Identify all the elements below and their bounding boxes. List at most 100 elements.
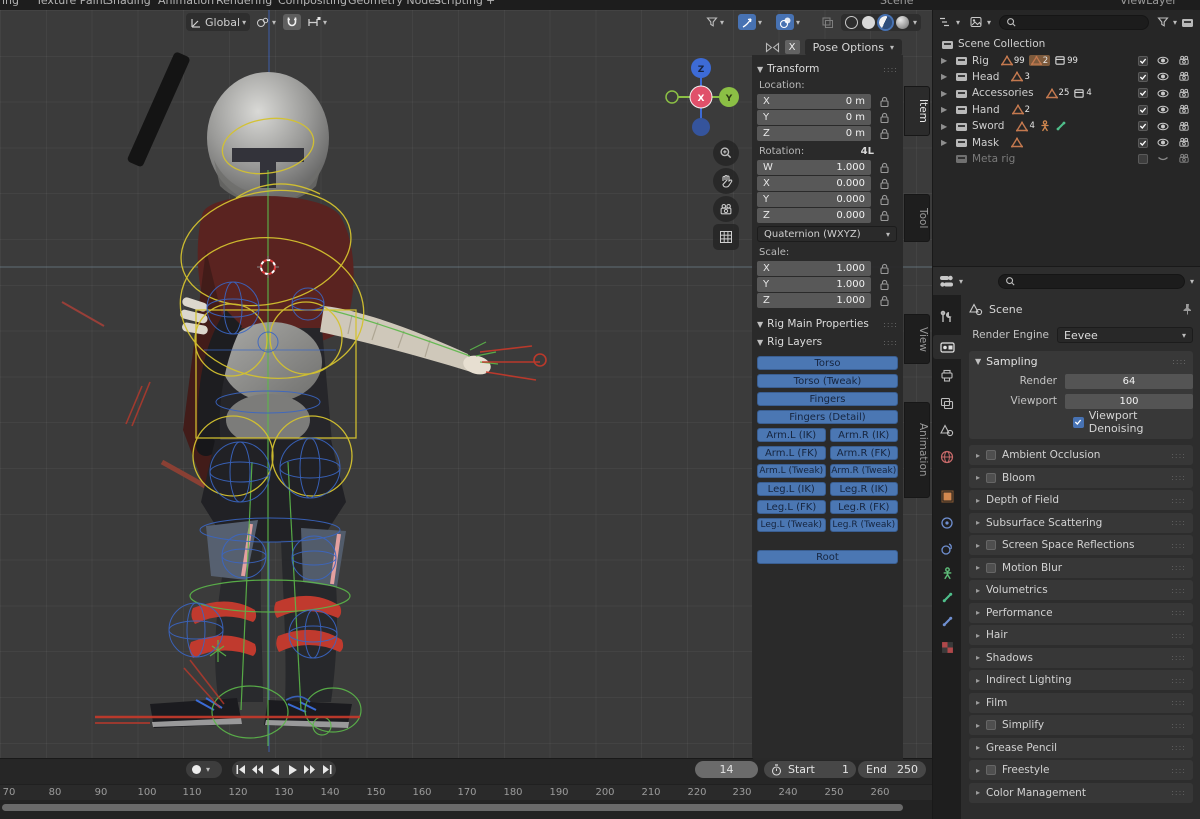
play-button[interactable]: [285, 764, 300, 775]
rig-layer-button-fingers[interactable]: Fingers: [757, 392, 898, 406]
rig-layer-button-arm-r-ik[interactable]: Arm.R (IK): [829, 428, 898, 442]
lock-icon[interactable]: [879, 128, 890, 140]
workspace-tab-geometry-nodes[interactable]: Geometry Nodes: [348, 0, 441, 7]
panel-performance[interactable]: ▸ Performance::::: [969, 602, 1193, 623]
outliner-row-head[interactable]: ▶ Head 3: [933, 69, 1200, 85]
expand-icon[interactable]: ▶: [941, 56, 951, 65]
location-x-field[interactable]: X0 m: [757, 94, 871, 109]
previous-keyframe-button[interactable]: [250, 765, 265, 774]
rig-layer-button-arm-r-fk[interactable]: Arm.R (FK): [829, 446, 898, 460]
jump-to-end-button[interactable]: [320, 765, 335, 774]
play-reverse-button[interactable]: [268, 764, 283, 775]
filter-icon[interactable]: [1157, 16, 1169, 28]
eye-icon[interactable]: [1157, 121, 1169, 132]
location-z-field[interactable]: Z0 m: [757, 126, 871, 141]
timeline-ruler[interactable]: 70 80 90 100 110 120 130 140 150 160 170…: [0, 784, 932, 800]
scale-y-field[interactable]: Y 1.000: [757, 277, 871, 292]
camera-render-icon[interactable]: [1178, 104, 1190, 115]
expand-icon[interactable]: ▶: [941, 105, 951, 114]
outliner-row-scene-collection[interactable]: Scene Collection: [933, 36, 1200, 52]
eye-icon[interactable]: [1157, 137, 1169, 148]
tab-scene-properties[interactable]: [933, 418, 961, 442]
eye-closed-icon[interactable]: [1157, 153, 1169, 164]
eye-icon[interactable]: [1157, 71, 1169, 82]
chevron-down-icon[interactable]: ▾: [956, 18, 960, 27]
panel-checkbox[interactable]: [986, 720, 997, 730]
lock-icon[interactable]: [879, 178, 890, 190]
current-frame-field[interactable]: 14: [695, 761, 758, 778]
panel-indirect-lighting[interactable]: ▸ Indirect Lighting::::: [969, 670, 1193, 690]
tab-output-properties[interactable]: [933, 363, 961, 387]
render-samples-field[interactable]: 64: [1065, 373, 1193, 389]
tab-item[interactable]: Item: [904, 86, 930, 136]
jump-to-start-button[interactable]: [233, 765, 248, 774]
workspace-tab-rendering[interactable]: Rendering: [216, 0, 272, 7]
tab-tool-properties[interactable]: [933, 305, 961, 329]
panel-motion-blur[interactable]: ▸ Motion Blur::::: [969, 557, 1193, 578]
rotation-y-field[interactable]: Y 0.000: [757, 192, 871, 207]
panel-grip[interactable]: ::::: [1172, 357, 1187, 366]
panel-grip[interactable]: ::::: [883, 320, 898, 329]
scale-z-field[interactable]: Z 1.000: [757, 293, 871, 308]
rig-layer-button-arm-r-tweak[interactable]: Arm.R (Tweak): [829, 464, 898, 478]
pan-button[interactable]: [713, 168, 739, 194]
render-checkbox[interactable]: [1138, 71, 1148, 82]
chevron-down-icon[interactable]: ▾: [1173, 18, 1177, 27]
panel-bloom[interactable]: ▸ Bloom::::: [969, 467, 1193, 488]
viewport-denoising-checkbox[interactable]: [1073, 416, 1084, 428]
rig-layer-button-arm-l-tweak[interactable]: Arm.L (Tweak): [757, 464, 826, 478]
workspace-tab-shading[interactable]: Shading: [106, 0, 151, 7]
rotation-w-field[interactable]: W 1.000: [757, 160, 871, 175]
workspace-tab-scripting[interactable]: Scripting: [434, 0, 483, 7]
panel-depth-of-field[interactable]: ▸ Depth of Field::::: [969, 490, 1193, 510]
new-collection-icon[interactable]: [1181, 16, 1194, 28]
tab-bone-properties[interactable]: [933, 585, 961, 609]
chevron-down-icon[interactable]: ▾: [206, 765, 210, 774]
outliner-row-mask[interactable]: ▶ Mask: [933, 134, 1200, 150]
panel-shadows[interactable]: ▸ Shadows::::: [969, 647, 1193, 668]
rig-layer-button-leg-l-fk[interactable]: Leg.L (FK): [757, 500, 826, 514]
workspace-tab[interactable]: ing: [2, 0, 19, 7]
workspace-tab-texture-paint[interactable]: Texture Paint: [36, 0, 107, 7]
camera-render-icon[interactable]: [1178, 88, 1190, 99]
tab-tool[interactable]: Tool: [904, 194, 930, 242]
sampling-panel-header[interactable]: ▼ Sampling ::::: [969, 351, 1193, 371]
panel-checkbox[interactable]: [986, 562, 997, 573]
render-engine-dropdown[interactable]: Eevee ▾: [1057, 327, 1193, 343]
panel-color-management[interactable]: ▸ Color Management::::: [969, 782, 1193, 803]
scrollbar-thumb[interactable]: [2, 804, 903, 811]
properties-editor-type-icon[interactable]: [939, 275, 954, 288]
tab-animation[interactable]: Animation: [904, 402, 930, 498]
transform-panel-header[interactable]: ▼ Transform ::::: [757, 63, 898, 75]
pin-icon[interactable]: [1182, 303, 1193, 315]
rig-layer-button-root[interactable]: Root: [757, 550, 898, 564]
panel-ambient-occlusion[interactable]: ▸ Ambient Occlusion::::: [969, 445, 1193, 465]
rig-main-properties-header[interactable]: ▼ Rig Main Properties ::::: [757, 318, 898, 330]
outliner-row-meta-rig[interactable]: Meta rig: [933, 151, 1200, 167]
outliner-search-input[interactable]: [999, 14, 1149, 30]
outliner-row-hand[interactable]: ▶ Hand 2: [933, 102, 1200, 118]
lock-icon[interactable]: [879, 112, 890, 124]
rig-layer-button-torso-tweak[interactable]: Torso (Tweak): [757, 374, 898, 388]
rig-layer-button-leg-r-fk[interactable]: Leg.R (FK): [829, 500, 898, 514]
render-checkbox[interactable]: [1138, 104, 1148, 115]
breadcrumb-scene-label[interactable]: Scene: [989, 303, 1023, 316]
next-keyframe-button[interactable]: [302, 765, 317, 774]
display-mode-icon[interactable]: [970, 16, 983, 28]
rig-layer-button-arm-l-ik[interactable]: Arm.L (IK): [757, 428, 826, 442]
rig-layers-header[interactable]: ▼ Rig Layers ::::: [757, 336, 898, 348]
record-icon[interactable]: [191, 764, 202, 775]
eye-icon[interactable]: [1157, 104, 1169, 115]
chevron-down-icon[interactable]: ▾: [959, 277, 963, 286]
outliner-row-rig[interactable]: ▶ Rig 99 2 99: [933, 52, 1200, 68]
tab-bone-constraints-properties[interactable]: [933, 609, 961, 633]
rig-layer-button-leg-l-tweak[interactable]: Leg.L (Tweak): [757, 518, 826, 532]
panel-checkbox[interactable]: [986, 450, 997, 460]
panel-simplify[interactable]: ▸ Simplify::::: [969, 715, 1193, 735]
location-y-field[interactable]: Y0 m: [757, 110, 871, 125]
add-workspace-button[interactable]: +: [486, 0, 495, 7]
panel-screen-space-reflections[interactable]: ▸ Screen Space Reflections::::: [969, 535, 1193, 555]
tab-view-layer-properties[interactable]: [933, 391, 961, 415]
chevron-down-icon[interactable]: ▾: [987, 18, 991, 27]
tab-texture-properties[interactable]: [933, 635, 961, 659]
